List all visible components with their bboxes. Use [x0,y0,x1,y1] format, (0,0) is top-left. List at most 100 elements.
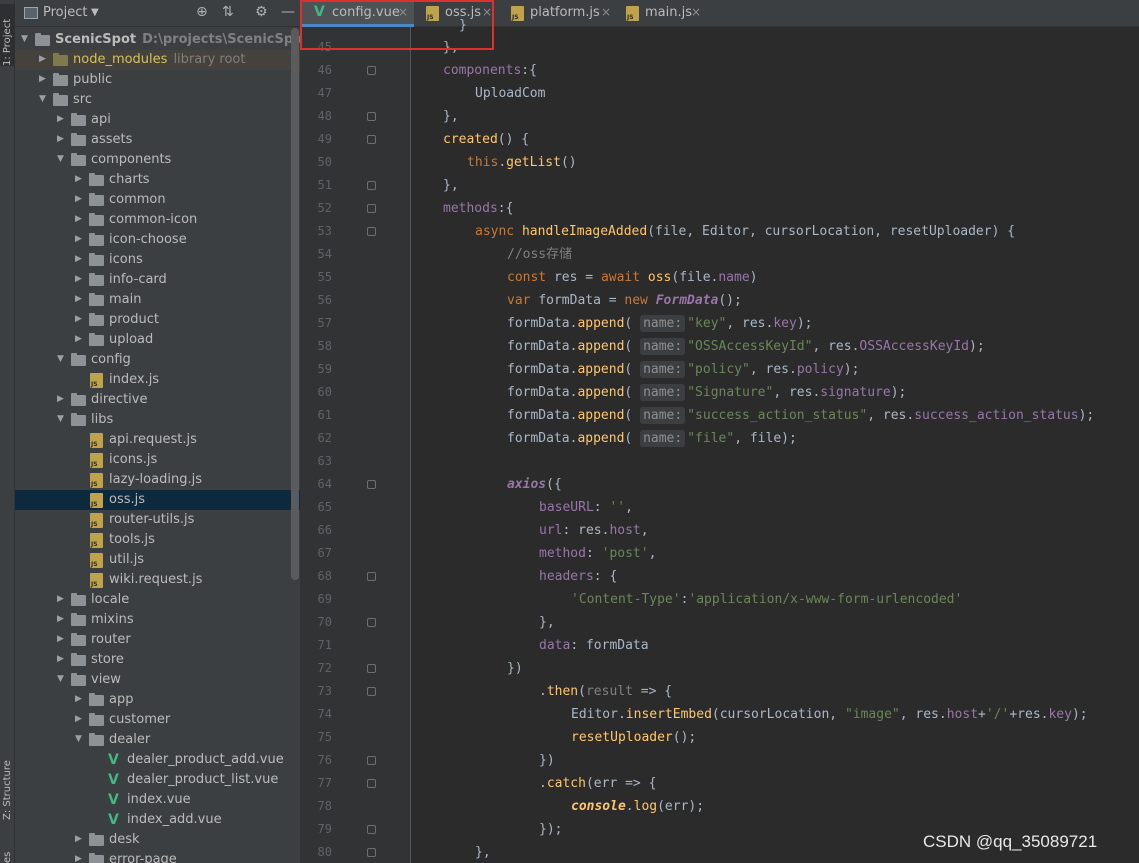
tree-item[interactable]: ▶ mixins [15,610,300,630]
tree-item[interactable]: ▼ libs [15,410,300,430]
chevron-right-icon[interactable]: ▶ [57,594,67,604]
gear-icon[interactable]: ⚙ [255,4,268,20]
tree-item[interactable]: ▶ directive [15,390,300,410]
chevron-right-icon[interactable]: ▶ [57,654,67,664]
fold-marker-icon[interactable] [367,227,376,236]
target-icon[interactable]: ⊕ [196,4,208,20]
fold-marker-icon[interactable] [367,181,376,190]
tree-item[interactable]: ▶ info-card [15,270,300,290]
chevron-right-icon[interactable]: ▶ [75,214,85,224]
tree-item[interactable]: ▶ customer [15,710,300,730]
tree-item[interactable]: wiki.request.js [15,570,300,590]
chevron-right-icon[interactable]: ▶ [75,834,85,844]
fold-marker-icon[interactable] [367,664,376,673]
chevron-down-icon[interactable]: ▼ [57,414,67,424]
other-tool-tab[interactable]: es [0,845,15,863]
fold-marker-icon[interactable] [367,779,376,788]
tree-item[interactable]: ▶ router [15,630,300,650]
tree-item[interactable]: icons.js [15,450,300,470]
tree-item[interactable]: ▶ upload [15,330,300,350]
chevron-right-icon[interactable]: ▶ [75,334,85,344]
tree-item[interactable]: ▶ assets [15,130,300,150]
fold-marker-icon[interactable] [367,572,376,581]
chevron-down-icon[interactable]: ▼ [57,354,67,364]
tree-item[interactable]: ▼ src [15,90,300,110]
fold-marker-icon[interactable] [367,618,376,627]
chevron-right-icon[interactable]: ▶ [57,134,67,144]
chevron-down-icon[interactable]: ▼ [75,734,85,744]
chevron-down-icon[interactable]: ▼ [57,674,67,684]
tree-item[interactable]: index.js [15,370,300,390]
close-icon[interactable]: × [601,5,611,19]
chevron-down-icon[interactable]: ▼ [21,34,31,44]
chevron-right-icon[interactable]: ▶ [39,54,49,64]
tree-scrollbar[interactable] [291,28,299,580]
tree-item[interactable]: ▶ public [15,70,300,90]
tree-item[interactable]: ▶ store [15,650,300,670]
tree-item[interactable]: ▶ common-icon [15,210,300,230]
chevron-right-icon[interactable]: ▶ [75,714,85,724]
tree-item[interactable]: ▶ error-page [15,850,300,863]
tree-item[interactable]: ▼ config [15,350,300,370]
tree-item[interactable]: ▼ dealer [15,730,300,750]
fold-marker-icon[interactable] [367,825,376,834]
tree-item[interactable]: ▶ icon-choose [15,230,300,250]
tree-item[interactable]: lazy-loading.js [15,470,300,490]
tree-item[interactable]: ▶ api [15,110,300,130]
tab-platform-js[interactable]: platform.js × [506,0,618,27]
chevron-down-icon[interactable]: ▼ [91,7,99,18]
tree-item[interactable]: ▶ product [15,310,300,330]
chevron-right-icon[interactable]: ▶ [39,74,49,84]
close-icon[interactable]: × [691,5,701,19]
chevron-right-icon[interactable]: ▶ [57,634,67,644]
fold-marker-icon[interactable] [367,204,376,213]
fold-marker-icon[interactable] [367,756,376,765]
tree-item[interactable]: ▼ view [15,670,300,690]
tree-item[interactable]: router-utils.js [15,510,300,530]
chevron-down-icon[interactable]: ▼ [39,94,49,104]
chevron-right-icon[interactable]: ▶ [57,114,67,124]
tree-item[interactable]: ▶ node_modules library root [15,50,300,70]
fold-marker-icon[interactable] [367,687,376,696]
fold-marker-icon[interactable] [367,848,376,857]
fold-marker-icon[interactable] [367,135,376,144]
tree-item[interactable]: tools.js [15,530,300,550]
tree-item[interactable]: api.request.js [15,430,300,450]
chevron-right-icon[interactable]: ▶ [75,254,85,264]
fold-marker-icon[interactable] [367,66,376,75]
tree-item[interactable]: ▼ components [15,150,300,170]
chevron-down-icon[interactable]: ▼ [57,154,67,164]
tree-item[interactable]: ▶ locale [15,590,300,610]
chevron-right-icon[interactable]: ▶ [75,174,85,184]
tree-item[interactable]: ▶ app [15,690,300,710]
tree-item[interactable]: Vindex.vue [15,790,300,810]
chevron-right-icon[interactable]: ▶ [57,394,67,404]
tree-item[interactable]: ▶ main [15,290,300,310]
tree-item[interactable]: Vdealer_product_list.vue [15,770,300,790]
chevron-right-icon[interactable]: ▶ [75,694,85,704]
project-tool-tab[interactable]: 1: Project [0,4,15,66]
project-view-selector[interactable]: Project [43,5,87,20]
chevron-right-icon[interactable]: ▶ [75,274,85,284]
chevron-right-icon[interactable]: ▶ [75,234,85,244]
tree-item[interactable]: ▼ ScenicSpot D:\projects\ScenicSpot [15,30,300,50]
chevron-right-icon[interactable]: ▶ [75,314,85,324]
chevron-right-icon[interactable]: ▶ [75,194,85,204]
collapse-icon[interactable]: ⇅ [222,4,234,20]
tree-item[interactable]: Vdealer_product_add.vue [15,750,300,770]
chevron-right-icon[interactable]: ▶ [57,614,67,624]
tree-item[interactable]: ▶ charts [15,170,300,190]
fold-marker-icon[interactable] [367,112,376,121]
tree-item[interactable]: ▶ common [15,190,300,210]
fold-marker-icon[interactable] [367,480,376,489]
tree-item[interactable]: ▶ desk [15,830,300,850]
minimize-icon[interactable]: — [281,4,295,20]
tree-item[interactable]: oss.js [15,490,300,510]
chevron-right-icon[interactable]: ▶ [75,854,85,863]
structure-tool-tab[interactable]: Z: Structure [0,750,15,820]
tree-item[interactable]: Vindex_add.vue [15,810,300,830]
tree-item[interactable]: util.js [15,550,300,570]
tree-item[interactable]: ▶ icons [15,250,300,270]
chevron-right-icon[interactable]: ▶ [75,294,85,304]
tab-main-js[interactable]: main.js × [618,0,708,27]
